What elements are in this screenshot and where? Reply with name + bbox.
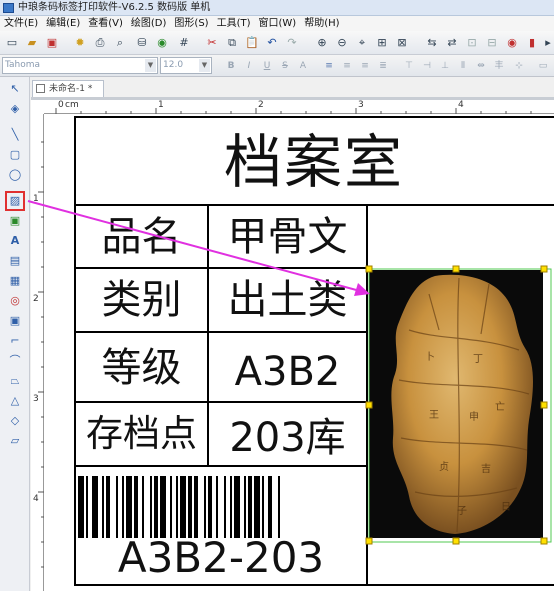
annotation-arrow [27,200,370,296]
